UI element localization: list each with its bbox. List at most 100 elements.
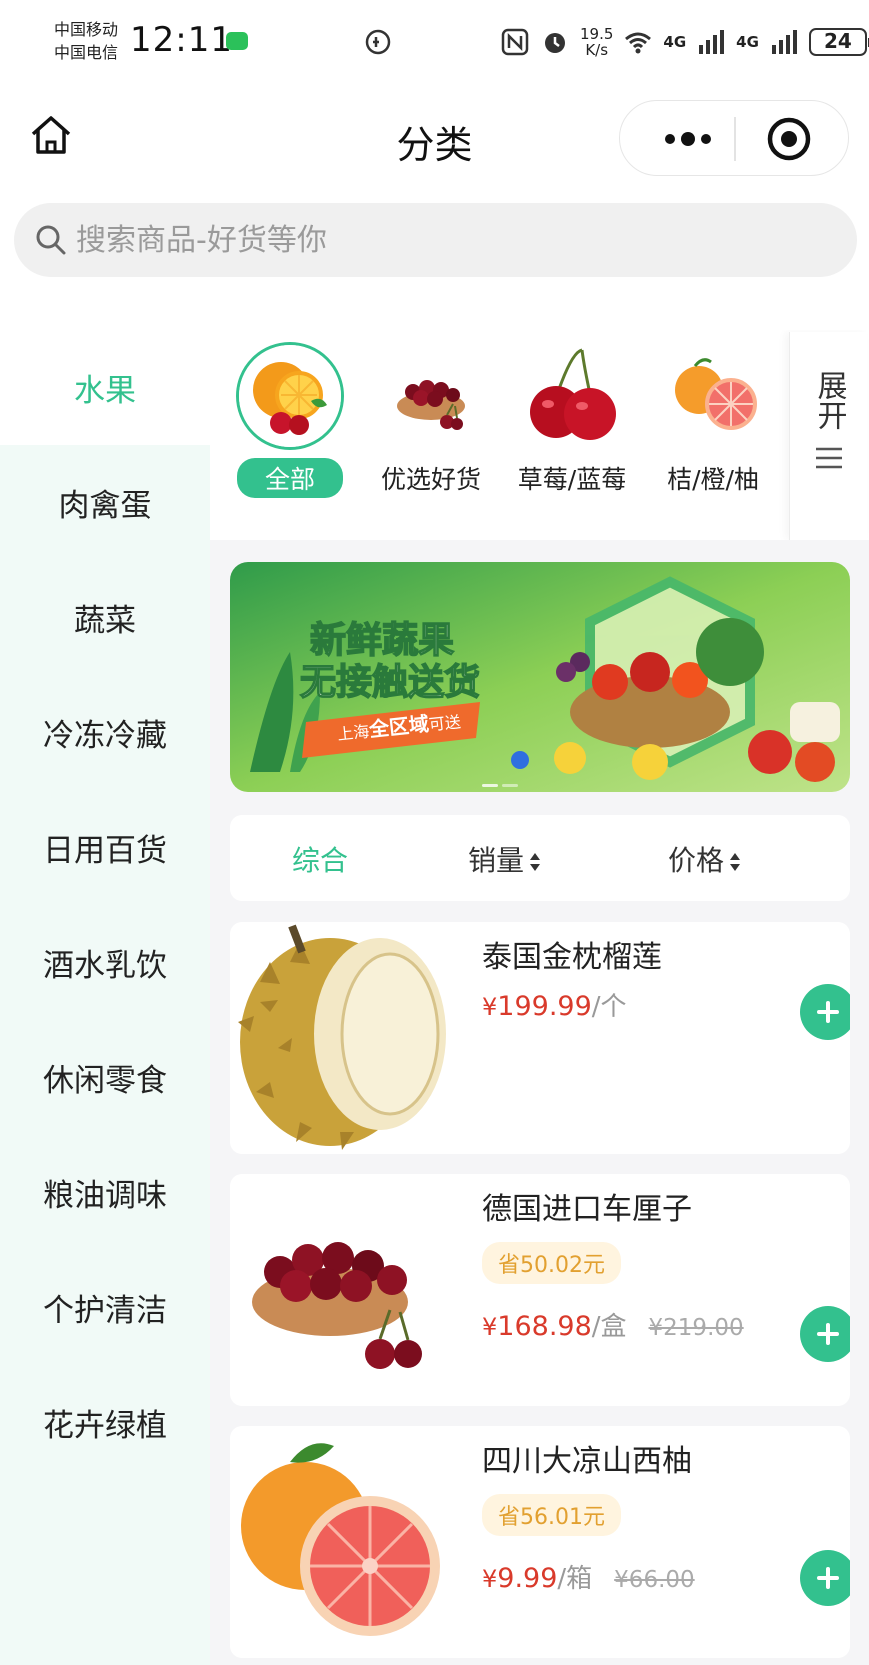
product-name: 德国进口车厘子	[482, 1192, 692, 1227]
price-value: 9.99	[497, 1563, 558, 1594]
sidebar-item-fruit[interactable]: 水果	[0, 330, 210, 445]
price-value: 168.98	[497, 1311, 592, 1342]
status-time: 12:11	[130, 20, 233, 60]
sort-price-label: 价格	[668, 844, 725, 877]
banner-tag-suffix: 可送	[428, 712, 462, 734]
product-name: 泰国金枕榴莲	[482, 940, 662, 975]
sort-sales-tab[interactable]: 销量	[468, 839, 542, 879]
signal-icon	[771, 30, 797, 54]
product-price: ¥199.99/个	[482, 986, 627, 1023]
price-unit: /箱	[557, 1564, 593, 1594]
subcategory-berries[interactable]: 草莓/蓝莓	[502, 342, 642, 496]
nfc-icon	[501, 28, 529, 56]
search-input[interactable]	[76, 222, 776, 258]
status-icons: 19.5 K/s 4G 4G 24	[500, 22, 869, 62]
citrus-image	[675, 358, 757, 430]
banner-headline-1: 新鲜蔬果	[310, 620, 454, 661]
subcategory-all-label: 全部	[236, 458, 343, 498]
product-name: 四川大凉山西柚	[482, 1444, 692, 1479]
cherry-bowl-image	[252, 1242, 422, 1369]
grapefruit-image	[241, 1443, 440, 1636]
add-to-cart-button[interactable]	[800, 984, 850, 1040]
sidebar-item-vegetables[interactable]: 蔬菜	[0, 560, 210, 675]
durian-image	[238, 924, 446, 1150]
banner-image: 新鲜蔬果 无接触送货 上海全区域可送	[230, 562, 850, 792]
original-price: ¥219.00	[648, 1315, 744, 1341]
main-content: 全部 优选好货 草莓/蓝莓 桔/橙/柚 展开 新鲜蔬果 无接触送货 上海全区域可…	[210, 330, 869, 1665]
search-icon	[36, 225, 66, 255]
subcategory-selected-goods-label: 优选好货	[380, 465, 481, 494]
subcategory-all-thumb	[236, 342, 344, 450]
add-to-cart-button[interactable]	[800, 1306, 850, 1362]
vpn-icon	[365, 29, 391, 55]
sort-price-tab[interactable]: 价格	[668, 839, 742, 879]
menu-icon	[815, 447, 842, 469]
price-currency: ¥	[482, 1565, 498, 1593]
status-bar: 中国移动 中国电信 12:11 19.5 K/s 4G 4G 24	[0, 0, 869, 86]
banner-page-dot-active	[511, 751, 529, 769]
price-currency: ¥	[482, 993, 498, 1021]
price-value: 199.99	[497, 991, 592, 1022]
alarm-icon	[545, 33, 565, 53]
product-price: ¥9.99/箱 ¥66.00	[482, 1558, 695, 1595]
product-card[interactable]: 泰国金枕榴莲 ¥199.99/个	[230, 922, 850, 1154]
subcategory-citrus-label: 桔/橙/柚	[667, 465, 759, 494]
search-bar[interactable]	[14, 203, 857, 277]
carrier-2: 中国电信	[54, 43, 119, 62]
subcategory-selected-goods[interactable]: 优选好货	[361, 342, 501, 496]
product-card[interactable]: 四川大凉山西柚 省56.01元 ¥9.99/箱 ¥66.00	[230, 1426, 850, 1658]
sidebar-item-grain-oil[interactable]: 粮油调味	[0, 1135, 210, 1250]
expand-label: 展开	[811, 370, 847, 430]
sidebar-item-drinks[interactable]: 酒水乳饮	[0, 905, 210, 1020]
capsule-divider	[734, 117, 736, 161]
banner-page-indicator	[482, 784, 498, 787]
banner-headline-2: 无接触送货	[300, 662, 480, 703]
sidebar-item-snacks[interactable]: 休闲零食	[0, 1020, 210, 1135]
banner-page-indicator	[502, 784, 518, 787]
sidebar-item-personal-care[interactable]: 个护清洁	[0, 1250, 210, 1365]
wechat-notification-icon	[226, 32, 248, 50]
sidebar-item-plants[interactable]: 花卉绿植	[0, 1365, 210, 1480]
sort-overall-tab[interactable]: 综合	[292, 839, 348, 879]
subcategory-strip: 全部 优选好货 草莓/蓝莓 桔/橙/柚 展开	[210, 330, 869, 540]
add-to-cart-button[interactable]	[800, 1550, 850, 1606]
product-card[interactable]: 德国进口车厘子 省50.02元 ¥168.98/盒 ¥219.00	[230, 1174, 850, 1406]
promo-banner[interactable]: 新鲜蔬果 无接触送货 上海全区域可送	[230, 562, 850, 792]
wifi-icon	[625, 32, 652, 54]
network-type-1: 4G	[663, 33, 687, 51]
sort-arrows-icon	[530, 853, 541, 871]
price-unit: /盒	[591, 1312, 627, 1342]
more-icon[interactable]	[648, 119, 728, 159]
carrier-info: 中国移动 中国电信	[54, 18, 118, 64]
sort-sales-label: 销量	[468, 844, 525, 877]
sidebar-item-daily-goods[interactable]: 日用百货	[0, 790, 210, 905]
subcategory-berries-label: 草莓/蓝莓	[517, 465, 627, 494]
price-unit: /个	[591, 992, 627, 1022]
net-speed: 19.5 K/s	[580, 26, 613, 58]
subcategory-citrus[interactable]: 桔/橙/柚	[643, 342, 783, 496]
category-sidebar: 水果 肉禽蛋 蔬菜 冷冻冷藏 日用百货 酒水乳饮 休闲零食 粮油调味 个护清洁 …	[0, 330, 210, 1665]
cherry-image	[530, 348, 616, 440]
original-price: ¥66.00	[614, 1567, 695, 1593]
banner-tag-prefix: 上海	[336, 722, 370, 744]
sort-arrows-icon	[730, 853, 741, 871]
orange-cherry-image	[239, 345, 341, 447]
price-currency: ¥	[482, 1313, 498, 1341]
battery-indicator: 24	[808, 28, 869, 56]
expand-subcategories-button[interactable]: 展开	[789, 332, 867, 540]
net-speed-unit: K/s	[585, 41, 609, 59]
subcategory-all[interactable]: 全部	[220, 342, 360, 498]
nav-bar: 分类	[0, 90, 869, 180]
sidebar-item-frozen[interactable]: 冷冻冷藏	[0, 675, 210, 790]
signal-icon	[699, 30, 725, 54]
carrier-1: 中国移动	[54, 20, 119, 39]
sidebar-item-meat-egg[interactable]: 肉禽蛋	[0, 445, 210, 560]
net-speed-value: 19.5	[580, 25, 614, 43]
savings-badge: 省56.01元	[482, 1494, 621, 1536]
cherry-bowl-image	[397, 380, 465, 430]
sort-bar: 综合 销量 价格	[230, 815, 850, 901]
product-price: ¥168.98/盒 ¥219.00	[482, 1306, 744, 1343]
miniprogram-capsule	[619, 100, 849, 176]
close-miniprogram-icon[interactable]	[765, 115, 813, 163]
savings-badge: 省50.02元	[482, 1242, 621, 1284]
